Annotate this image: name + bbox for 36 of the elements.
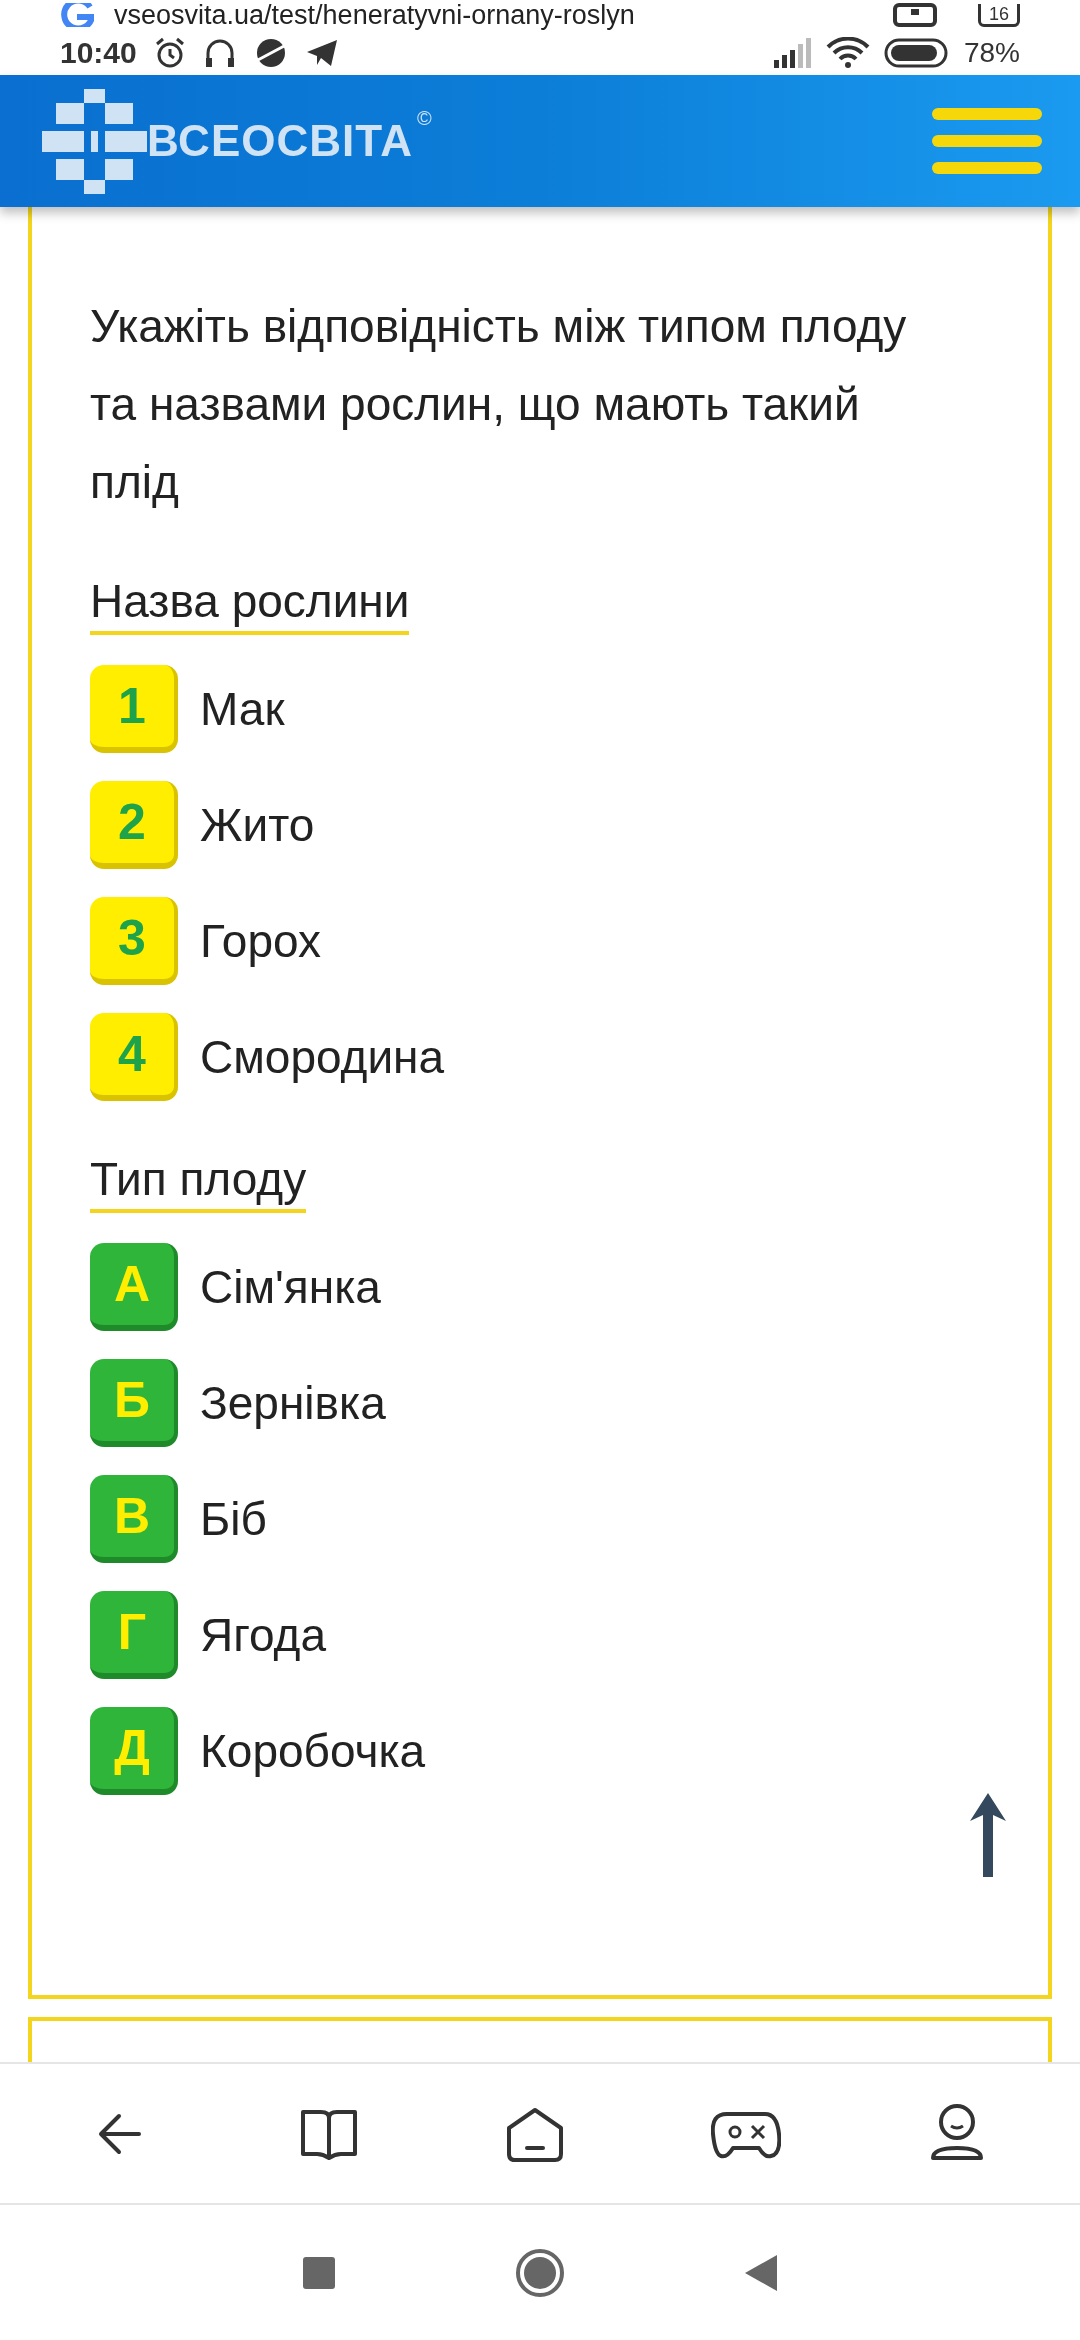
label-badge: 2 xyxy=(90,781,178,869)
signal-icon xyxy=(771,37,812,68)
battery-percent: 78% xyxy=(963,35,1020,70)
label-badge: А xyxy=(90,1243,178,1331)
home-button-icon[interactable] xyxy=(515,2247,565,2298)
option-text: Мак xyxy=(200,681,285,737)
copyright-mark: © xyxy=(417,106,432,131)
label-badge: Д xyxy=(90,1707,178,1795)
option-text: Сім'янка xyxy=(200,1259,381,1315)
briefcase-icon[interactable] xyxy=(891,3,938,27)
option-text: Ягода xyxy=(200,1607,326,1663)
snowflake-logo-icon[interactable] xyxy=(42,88,147,194)
label-badge: 3 xyxy=(90,897,178,985)
option-text: Коробочка xyxy=(200,1723,426,1779)
option-text: Біб xyxy=(200,1491,267,1547)
label-badge: В xyxy=(90,1475,178,1563)
scroll-up-arrow-icon[interactable] xyxy=(968,1793,1008,1877)
tab-count[interactable]: 16 xyxy=(977,3,1020,27)
option-text: Зернівка xyxy=(200,1375,386,1431)
label-badge: Г xyxy=(90,1591,178,1679)
option-text: Смородина xyxy=(200,1029,445,1085)
back-button-icon[interactable] xyxy=(745,2254,777,2291)
question-text: Укажіть відповідність між типом плоду та назвами рослин, що мають такий плід xyxy=(90,299,908,510)
label-badge: Б xyxy=(90,1359,178,1447)
label-badge: 1 xyxy=(90,665,178,753)
battery-icon xyxy=(883,37,950,68)
recents-button-icon[interactable] xyxy=(303,2256,335,2289)
option-text: Жито xyxy=(200,797,315,853)
label-badge: 4 xyxy=(90,1013,178,1101)
status-time: 10:40 xyxy=(60,35,137,71)
section-heading: Назва рослини xyxy=(90,571,410,635)
wifi-icon xyxy=(825,36,870,69)
section-heading: Тип плоду xyxy=(90,1149,307,1213)
google-icon xyxy=(60,3,94,27)
option-text: Горох xyxy=(200,913,322,969)
url-text[interactable]: vseosvita.ua/test/heneratyvni-ornany-roslyn xyxy=(114,0,635,30)
